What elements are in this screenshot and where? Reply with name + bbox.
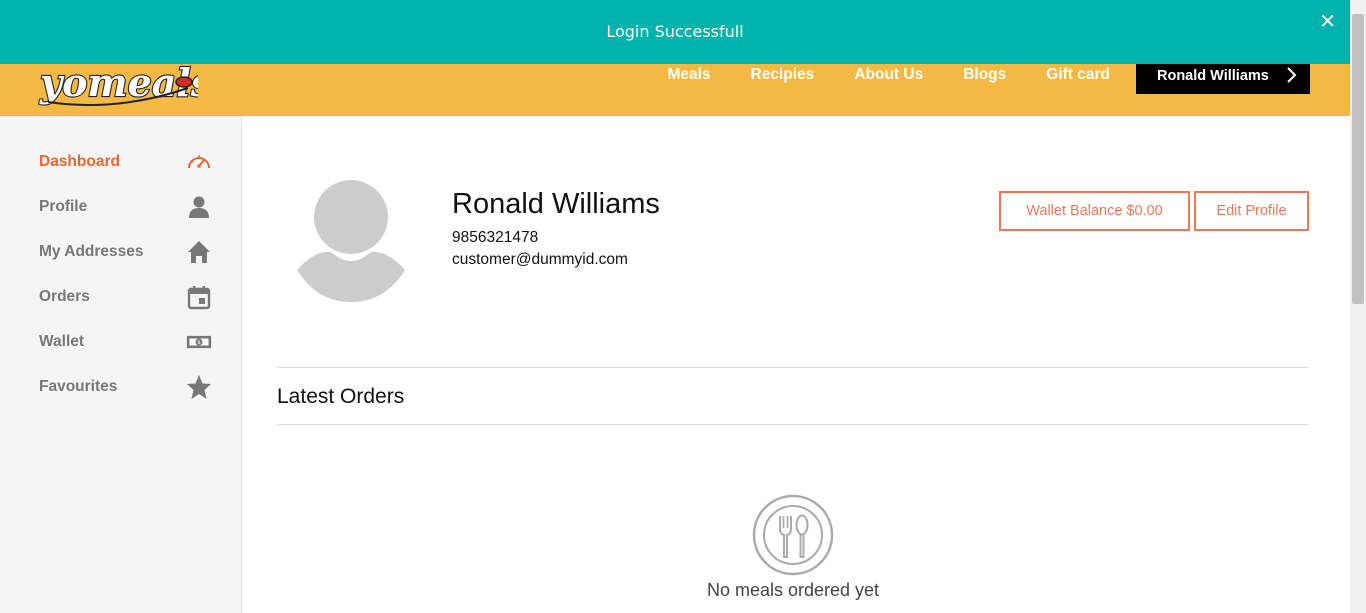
- speedometer-icon: [188, 155, 210, 169]
- user-icon: [189, 196, 209, 218]
- dashboard-sidebar: Dashboard Profile My Addresses Orders Wa…: [0, 116, 242, 613]
- divider: [277, 424, 1309, 425]
- calendar-icon: [187, 286, 211, 310]
- latest-orders-title: Latest Orders: [277, 385, 405, 408]
- user-menu-label: Ronald Williams: [1157, 68, 1269, 84]
- sidebar-item-orders[interactable]: Orders: [39, 284, 219, 312]
- sidebar-item-label: My Addresses: [39, 243, 144, 260]
- home-icon: [188, 241, 210, 263]
- svg-text:yomeals: yomeals: [39, 60, 198, 105]
- fork-spoon-icon: [752, 494, 834, 576]
- avatar: [295, 178, 407, 302]
- nav-blogs[interactable]: Blogs: [963, 66, 1006, 84]
- sidebar-item-wallet[interactable]: Wallet $: [39, 329, 219, 357]
- main-nav: Meals Recipies About Us Blogs Gift card: [667, 66, 1110, 84]
- divider: [277, 367, 1309, 368]
- star-icon: [187, 375, 211, 399]
- sidebar-item-profile[interactable]: Profile: [39, 194, 219, 222]
- profile-name: Ronald Williams: [452, 188, 660, 220]
- sidebar-item-favourites[interactable]: Favourites: [39, 374, 219, 402]
- chevron-right-icon: [1287, 67, 1297, 83]
- empty-orders-message: No meals ordered yet: [706, 580, 880, 600]
- money-icon: $: [186, 335, 212, 349]
- nav-recipies[interactable]: Recipies: [751, 66, 815, 84]
- wallet-balance-button[interactable]: Wallet Balance $0.00: [999, 191, 1190, 231]
- sidebar-item-label: Wallet: [39, 333, 85, 350]
- sidebar-item-label: Favourites: [39, 378, 118, 395]
- page-scrollbar[interactable]: [1350, 0, 1366, 613]
- sidebar-item-dashboard[interactable]: Dashboard: [39, 149, 219, 177]
- login-toast: Login Successfull ✕: [0, 0, 1350, 64]
- sidebar-item-my-addresses[interactable]: My Addresses: [39, 239, 219, 267]
- edit-profile-button[interactable]: Edit Profile: [1194, 191, 1309, 231]
- svg-text:$: $: [197, 340, 200, 346]
- scrollbar-thumb[interactable]: [1352, 14, 1364, 304]
- toast-message: Login Successfull: [606, 22, 744, 41]
- sidebar-item-label: Profile: [39, 198, 88, 215]
- sidebar-item-label: Dashboard: [39, 153, 120, 170]
- close-icon[interactable]: ✕: [1319, 9, 1336, 33]
- sidebar-item-label: Orders: [39, 288, 90, 305]
- profile-email: customer@dummyid.com: [452, 251, 628, 268]
- nav-about-us[interactable]: About Us: [854, 66, 923, 84]
- nav-meals[interactable]: Meals: [667, 66, 710, 84]
- nav-gift-card[interactable]: Gift card: [1046, 66, 1110, 84]
- user-menu-button[interactable]: Ronald Williams: [1136, 59, 1310, 94]
- profile-phone: 9856321478: [452, 229, 539, 246]
